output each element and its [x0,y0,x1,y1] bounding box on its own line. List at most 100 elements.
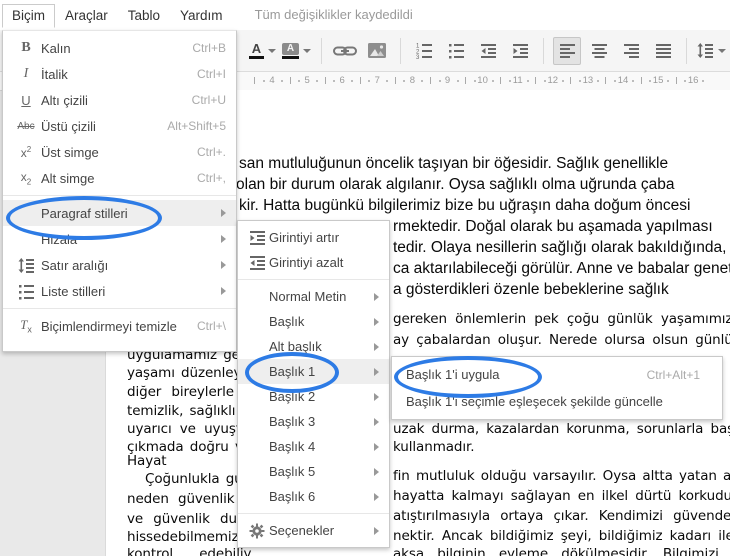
align-center-icon [591,42,608,59]
menu-item-girintiyi-azalt[interactable]: Girintiyi azalt [238,250,389,275]
align-right-button[interactable] [617,37,645,65]
bold-icon: B [21,40,31,55]
menu-separator [238,513,389,514]
justify-icon [655,42,672,59]
heading1-submenu: Başlık 1'i uygula Ctrl+Alt+1 Başlık 1'i se… [391,356,723,420]
gear-icon [238,523,269,539]
menu-item-kalın[interactable]: B Kalın Ctrl+B [3,35,236,61]
menu-item-label: Başlık [269,314,305,329]
line-spacing-icon [3,257,41,274]
menu-item-alt-simge[interactable]: x2 Alt simge Ctrl+, [3,165,236,191]
ruler-tick [684,80,687,82]
menu-item-başlık-1[interactable]: Başlık 1 [238,359,389,384]
menu-item-alt-başlık[interactable]: Alt başlık [238,334,389,359]
menu-item-başlık-1-i-uygula[interactable]: Başlık 1'i uygula Ctrl+Alt+1 [392,361,722,388]
menu-separator [3,308,236,309]
menu-item-label: Normal Metin [269,289,347,304]
menu-item-başlık-3[interactable]: Başlık 3 [238,409,389,434]
ruler-number: 13 [582,75,594,86]
menu-item-satır-aralığı[interactable]: Satır aralığı [3,252,236,278]
highlight-color-button[interactable]: A [281,37,312,65]
submenu-arrow-icon [221,287,226,295]
ruler-tick [263,80,265,82]
menu-item-i-talik[interactable]: I İtalik Ctrl+I [3,61,236,87]
strikethrough-icon: Abc [17,120,35,132]
menu-item-biçimlendirmeyi-temizle[interactable]: Tx Biçimlendirmeyi temizle Ctrl+\ [3,313,236,339]
menu-item-altı-çizili[interactable]: U Altı çizili Ctrl+U [3,87,236,113]
indent-decrease-icon [480,42,497,59]
ruler-tick [351,80,354,82]
insert-image-icon [368,43,386,58]
chevron-down-icon[interactable] [718,48,726,53]
indent-decrease-icon [238,254,269,271]
shortcut-label: Ctrl+. [196,145,226,159]
menu-item-label: Başlık 1'i seçimle eşleşecek şekilde gün… [406,394,663,409]
submenu-arrow-icon [374,442,379,451]
indent-decrease-button[interactable] [474,37,502,65]
menu-item-başlık-1-i-seçimle-eşleşecek-şekilde-güncelle[interactable]: Başlık 1'i seçimle eşleşecek şekilde gün… [392,388,722,415]
ruler-tick [570,77,572,84]
menu-item-başlık-2[interactable]: Başlık 2 [238,384,389,409]
menu-item-normal-metin[interactable]: Normal Metin [238,284,389,309]
ruler-tick [543,80,546,82]
menu-item-label: Girintiyi azalt [269,255,344,270]
menu-item-label: Kalın [41,40,71,56]
menu-item-label: Biçimlendirmeyi temizle [41,318,177,334]
line-spacing-button[interactable] [696,37,727,65]
insert-link-button[interactable] [331,37,359,65]
clear-formatting-icon: Tx [20,317,32,335]
ruler-tick [254,77,256,84]
menu-item-label: İtalik [41,66,68,82]
shortcut-label: Ctrl+U [191,93,226,107]
submenu-arrow-icon [374,417,379,426]
menu-item-label: Üst simge [41,144,99,160]
menu-item-seçenekler[interactable]: Seçenekler [238,518,389,543]
menu-item-liste-stilleri[interactable]: Liste stilleri [3,278,236,304]
justify-button[interactable] [649,37,677,65]
insert-image-button[interactable] [363,37,391,65]
align-left-button[interactable] [553,36,581,65]
ruler-number: 15 [652,75,664,86]
menu-tab-yardım[interactable]: Yardım [170,4,233,28]
ruler-number: 4 [269,75,275,86]
menu-item-label: Alt başlık [269,339,322,354]
submenu-arrow-icon [374,526,379,535]
ruler-tick [456,80,459,82]
chevron-down-icon[interactable] [268,48,276,53]
menu-item-paragraf-stilleri[interactable]: Paragraf stilleri [3,200,236,226]
ruler-number: 7 [374,75,380,86]
toolbar-separator [543,37,544,64]
menu-item-label: Liste stilleri [41,283,106,299]
menu-item-başlık[interactable]: Başlık [238,309,389,334]
menu-bar: Biçim Araçlar Tablo Yardım Tüm değişiklikler… [0,0,730,30]
menu-item-başlık-4[interactable]: Başlık 4 [238,434,389,459]
list-styles-icon [3,283,41,300]
menu-separator [238,279,389,280]
ruler-tick [561,80,564,82]
ruler-tick [632,80,634,82]
numbered-list-button[interactable]: 123 [410,37,438,65]
ruler-tick [438,80,441,82]
menu-item-label: Hizala [41,231,78,247]
menu-item-üst-simge[interactable]: x2 Üst simge Ctrl+. [3,139,236,165]
shortcut-label: Ctrl+I [196,67,226,81]
menu-item-üstü-çizili[interactable]: Abc Üstü çizili Alt+Shift+5 [3,113,236,139]
menu-tab-araçlar[interactable]: Araçlar [55,4,118,28]
chevron-down-icon[interactable] [303,48,311,53]
menu-tab-biçim[interactable]: Biçim [2,4,55,28]
align-center-button[interactable] [585,37,613,65]
menu-item-başlık-5[interactable]: Başlık 5 [238,459,389,484]
menu-item-girintiyi-artır[interactable]: Girintiyi artır [238,225,389,250]
ruler-tick [526,80,529,82]
ruler-tick [596,80,599,82]
ruler-number: 16 [687,75,699,86]
ruler-number: 11 [512,75,523,86]
menu-item-başlık-6[interactable]: Başlık 6 [238,484,389,509]
bulleted-list-button[interactable] [442,37,470,65]
menu-item-hizala[interactable]: Hizala [3,226,236,252]
highlight-color-icon: A [282,42,299,59]
indent-increase-button[interactable] [506,37,534,65]
menu-tab-tablo[interactable]: Tablo [118,4,170,28]
text-color-button[interactable]: A [248,37,277,65]
insert-link-icon [333,44,357,58]
